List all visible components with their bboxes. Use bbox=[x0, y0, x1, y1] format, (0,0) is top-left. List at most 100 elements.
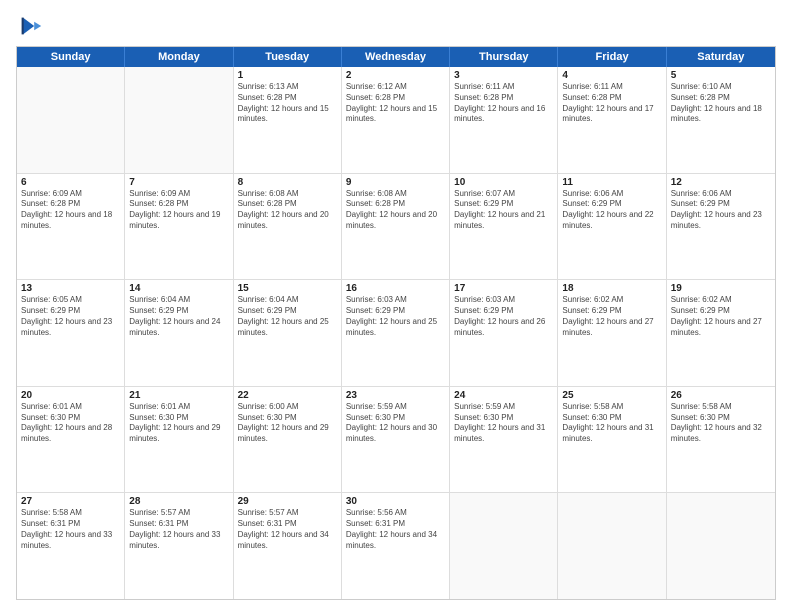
sun-info: Sunrise: 6:04 AM Sunset: 6:29 PM Dayligh… bbox=[238, 295, 337, 338]
day-cell-1: 1Sunrise: 6:13 AM Sunset: 6:28 PM Daylig… bbox=[234, 67, 342, 173]
day-number: 26 bbox=[671, 390, 771, 401]
sun-info: Sunrise: 6:00 AM Sunset: 6:30 PM Dayligh… bbox=[238, 402, 337, 445]
sun-info: Sunrise: 6:07 AM Sunset: 6:29 PM Dayligh… bbox=[454, 189, 553, 232]
day-number: 5 bbox=[671, 70, 771, 81]
day-cell-27: 27Sunrise: 5:58 AM Sunset: 6:31 PM Dayli… bbox=[17, 493, 125, 599]
calendar-body: 1Sunrise: 6:13 AM Sunset: 6:28 PM Daylig… bbox=[17, 67, 775, 599]
sun-info: Sunrise: 5:59 AM Sunset: 6:30 PM Dayligh… bbox=[454, 402, 553, 445]
day-number: 3 bbox=[454, 70, 553, 81]
sun-info: Sunrise: 6:04 AM Sunset: 6:29 PM Dayligh… bbox=[129, 295, 228, 338]
sun-info: Sunrise: 5:56 AM Sunset: 6:31 PM Dayligh… bbox=[346, 508, 445, 551]
day-cell-25: 25Sunrise: 5:58 AM Sunset: 6:30 PM Dayli… bbox=[558, 387, 666, 493]
day-number: 4 bbox=[562, 70, 661, 81]
day-cell-14: 14Sunrise: 6:04 AM Sunset: 6:29 PM Dayli… bbox=[125, 280, 233, 386]
sun-info: Sunrise: 5:58 AM Sunset: 6:31 PM Dayligh… bbox=[21, 508, 120, 551]
sun-info: Sunrise: 6:09 AM Sunset: 6:28 PM Dayligh… bbox=[21, 189, 120, 232]
sun-info: Sunrise: 6:02 AM Sunset: 6:29 PM Dayligh… bbox=[671, 295, 771, 338]
week-row-3: 13Sunrise: 6:05 AM Sunset: 6:29 PM Dayli… bbox=[17, 280, 775, 387]
empty-cell bbox=[450, 493, 558, 599]
sun-info: Sunrise: 6:01 AM Sunset: 6:30 PM Dayligh… bbox=[129, 402, 228, 445]
day-number: 25 bbox=[562, 390, 661, 401]
logo bbox=[16, 12, 48, 40]
day-cell-7: 7Sunrise: 6:09 AM Sunset: 6:28 PM Daylig… bbox=[125, 174, 233, 280]
sun-info: Sunrise: 6:09 AM Sunset: 6:28 PM Dayligh… bbox=[129, 189, 228, 232]
header bbox=[16, 12, 776, 40]
day-number: 28 bbox=[129, 496, 228, 507]
logo-icon bbox=[16, 12, 44, 40]
empty-cell bbox=[558, 493, 666, 599]
sun-info: Sunrise: 6:12 AM Sunset: 6:28 PM Dayligh… bbox=[346, 82, 445, 125]
day-cell-2: 2Sunrise: 6:12 AM Sunset: 6:28 PM Daylig… bbox=[342, 67, 450, 173]
day-cell-17: 17Sunrise: 6:03 AM Sunset: 6:29 PM Dayli… bbox=[450, 280, 558, 386]
day-number: 29 bbox=[238, 496, 337, 507]
day-cell-6: 6Sunrise: 6:09 AM Sunset: 6:28 PM Daylig… bbox=[17, 174, 125, 280]
sun-info: Sunrise: 5:58 AM Sunset: 6:30 PM Dayligh… bbox=[562, 402, 661, 445]
header-day-saturday: Saturday bbox=[667, 47, 775, 67]
week-row-2: 6Sunrise: 6:09 AM Sunset: 6:28 PM Daylig… bbox=[17, 174, 775, 281]
day-cell-12: 12Sunrise: 6:06 AM Sunset: 6:29 PM Dayli… bbox=[667, 174, 775, 280]
day-number: 10 bbox=[454, 177, 553, 188]
empty-cell bbox=[125, 67, 233, 173]
sun-info: Sunrise: 6:06 AM Sunset: 6:29 PM Dayligh… bbox=[671, 189, 771, 232]
day-cell-18: 18Sunrise: 6:02 AM Sunset: 6:29 PM Dayli… bbox=[558, 280, 666, 386]
sun-info: Sunrise: 6:08 AM Sunset: 6:28 PM Dayligh… bbox=[238, 189, 337, 232]
day-cell-19: 19Sunrise: 6:02 AM Sunset: 6:29 PM Dayli… bbox=[667, 280, 775, 386]
header-day-friday: Friday bbox=[558, 47, 666, 67]
day-number: 21 bbox=[129, 390, 228, 401]
day-number: 6 bbox=[21, 177, 120, 188]
day-cell-11: 11Sunrise: 6:06 AM Sunset: 6:29 PM Dayli… bbox=[558, 174, 666, 280]
sun-info: Sunrise: 6:11 AM Sunset: 6:28 PM Dayligh… bbox=[562, 82, 661, 125]
sun-info: Sunrise: 6:03 AM Sunset: 6:29 PM Dayligh… bbox=[454, 295, 553, 338]
page: SundayMondayTuesdayWednesdayThursdayFrid… bbox=[0, 0, 792, 612]
day-number: 23 bbox=[346, 390, 445, 401]
day-number: 9 bbox=[346, 177, 445, 188]
week-row-5: 27Sunrise: 5:58 AM Sunset: 6:31 PM Dayli… bbox=[17, 493, 775, 599]
empty-cell bbox=[17, 67, 125, 173]
day-cell-28: 28Sunrise: 5:57 AM Sunset: 6:31 PM Dayli… bbox=[125, 493, 233, 599]
day-cell-22: 22Sunrise: 6:00 AM Sunset: 6:30 PM Dayli… bbox=[234, 387, 342, 493]
day-cell-16: 16Sunrise: 6:03 AM Sunset: 6:29 PM Dayli… bbox=[342, 280, 450, 386]
sun-info: Sunrise: 6:01 AM Sunset: 6:30 PM Dayligh… bbox=[21, 402, 120, 445]
day-number: 8 bbox=[238, 177, 337, 188]
day-cell-24: 24Sunrise: 5:59 AM Sunset: 6:30 PM Dayli… bbox=[450, 387, 558, 493]
sun-info: Sunrise: 6:05 AM Sunset: 6:29 PM Dayligh… bbox=[21, 295, 120, 338]
sun-info: Sunrise: 5:57 AM Sunset: 6:31 PM Dayligh… bbox=[238, 508, 337, 551]
week-row-1: 1Sunrise: 6:13 AM Sunset: 6:28 PM Daylig… bbox=[17, 67, 775, 174]
day-number: 2 bbox=[346, 70, 445, 81]
day-number: 12 bbox=[671, 177, 771, 188]
day-cell-30: 30Sunrise: 5:56 AM Sunset: 6:31 PM Dayli… bbox=[342, 493, 450, 599]
day-cell-23: 23Sunrise: 5:59 AM Sunset: 6:30 PM Dayli… bbox=[342, 387, 450, 493]
day-number: 20 bbox=[21, 390, 120, 401]
day-number: 7 bbox=[129, 177, 228, 188]
day-number: 27 bbox=[21, 496, 120, 507]
header-day-wednesday: Wednesday bbox=[342, 47, 450, 67]
empty-cell bbox=[667, 493, 775, 599]
day-cell-20: 20Sunrise: 6:01 AM Sunset: 6:30 PM Dayli… bbox=[17, 387, 125, 493]
day-cell-5: 5Sunrise: 6:10 AM Sunset: 6:28 PM Daylig… bbox=[667, 67, 775, 173]
day-cell-3: 3Sunrise: 6:11 AM Sunset: 6:28 PM Daylig… bbox=[450, 67, 558, 173]
sun-info: Sunrise: 5:57 AM Sunset: 6:31 PM Dayligh… bbox=[129, 508, 228, 551]
day-number: 18 bbox=[562, 283, 661, 294]
day-cell-9: 9Sunrise: 6:08 AM Sunset: 6:28 PM Daylig… bbox=[342, 174, 450, 280]
week-row-4: 20Sunrise: 6:01 AM Sunset: 6:30 PM Dayli… bbox=[17, 387, 775, 494]
day-cell-13: 13Sunrise: 6:05 AM Sunset: 6:29 PM Dayli… bbox=[17, 280, 125, 386]
day-cell-29: 29Sunrise: 5:57 AM Sunset: 6:31 PM Dayli… bbox=[234, 493, 342, 599]
header-day-tuesday: Tuesday bbox=[234, 47, 342, 67]
calendar-header: SundayMondayTuesdayWednesdayThursdayFrid… bbox=[17, 47, 775, 67]
day-number: 19 bbox=[671, 283, 771, 294]
day-number: 30 bbox=[346, 496, 445, 507]
day-number: 13 bbox=[21, 283, 120, 294]
day-cell-4: 4Sunrise: 6:11 AM Sunset: 6:28 PM Daylig… bbox=[558, 67, 666, 173]
header-day-monday: Monday bbox=[125, 47, 233, 67]
day-number: 22 bbox=[238, 390, 337, 401]
day-cell-26: 26Sunrise: 5:58 AM Sunset: 6:30 PM Dayli… bbox=[667, 387, 775, 493]
sun-info: Sunrise: 5:58 AM Sunset: 6:30 PM Dayligh… bbox=[671, 402, 771, 445]
header-day-sunday: Sunday bbox=[17, 47, 125, 67]
sun-info: Sunrise: 6:10 AM Sunset: 6:28 PM Dayligh… bbox=[671, 82, 771, 125]
sun-info: Sunrise: 6:13 AM Sunset: 6:28 PM Dayligh… bbox=[238, 82, 337, 125]
day-number: 15 bbox=[238, 283, 337, 294]
sun-info: Sunrise: 6:06 AM Sunset: 6:29 PM Dayligh… bbox=[562, 189, 661, 232]
day-number: 24 bbox=[454, 390, 553, 401]
sun-info: Sunrise: 6:02 AM Sunset: 6:29 PM Dayligh… bbox=[562, 295, 661, 338]
day-number: 11 bbox=[562, 177, 661, 188]
